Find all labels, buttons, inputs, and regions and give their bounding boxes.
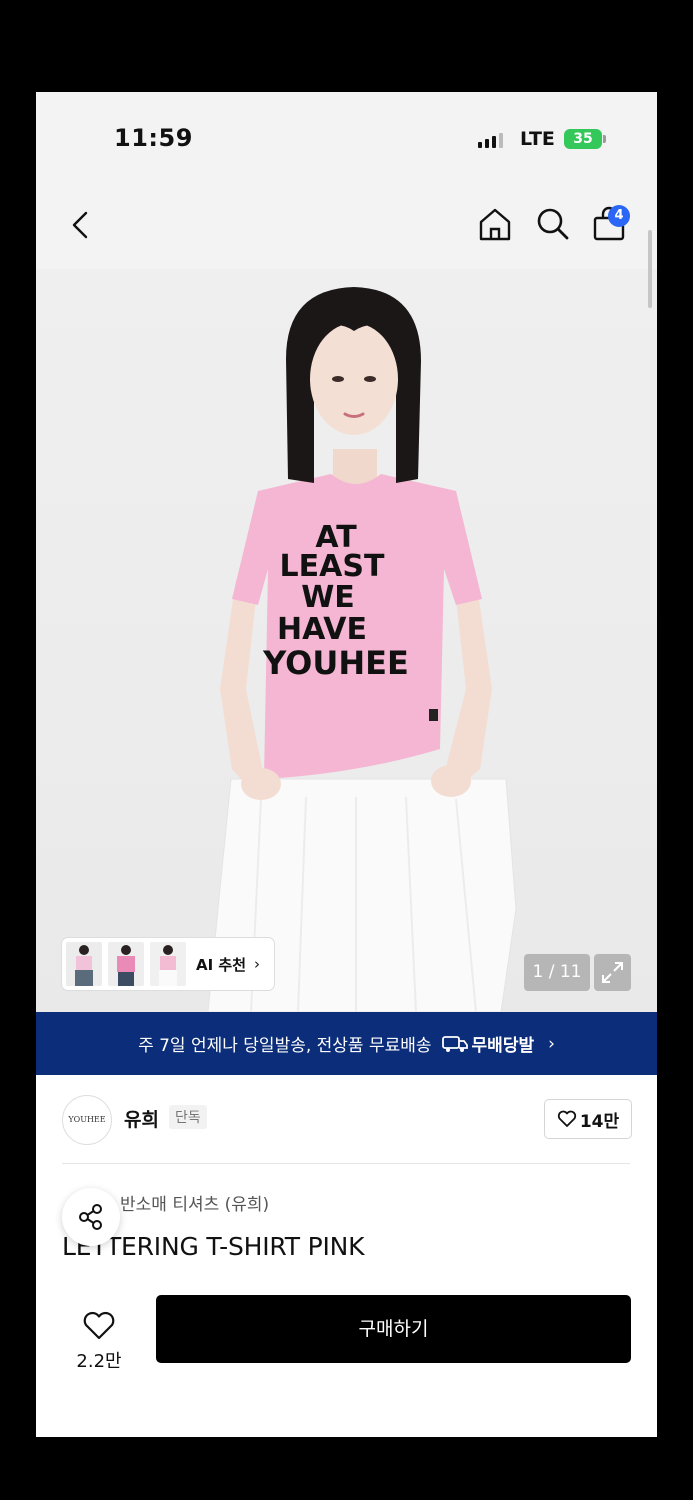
image-counter: 1 / 11: [524, 954, 590, 991]
shirt-print-line: WE: [301, 580, 355, 615]
delivery-truck-icon: [441, 1035, 468, 1052]
brand-row[interactable]: YOUHEE 유희 단독 14만: [36, 1075, 657, 1165]
heart-icon: [557, 1110, 576, 1127]
brand-name[interactable]: 유희: [124, 1105, 159, 1132]
status-bar: 11:59 LTE 35: [36, 92, 657, 187]
banner-brand-label: 무배당발: [471, 1036, 535, 1056]
brand-logo[interactable]: YOUHEE: [62, 1095, 112, 1145]
product-image[interactable]: AT LEAST WE HAVE YOUHEE: [36, 269, 657, 1012]
top-nav: 4: [36, 187, 657, 269]
back-button[interactable]: [66, 205, 94, 249]
brand-like-button[interactable]: 14만: [544, 1099, 632, 1139]
chevron-left-icon: [72, 211, 88, 239]
wishlist-count: 2.2만: [76, 1351, 122, 1372]
search-icon: [537, 208, 569, 240]
bottom-action-bar: 2.2만 구매하기: [36, 1275, 657, 1437]
product-category[interactable]: 반소매 티셔츠 (유희): [120, 1190, 269, 1215]
app-screen: 11:59 LTE 35 4 AT LEAST WE HAVE YOUHEE A…: [36, 92, 657, 1437]
brand-like-count: 14만: [579, 1111, 620, 1132]
banner-brand: 무배당발: [441, 1031, 535, 1056]
shipping-promo-banner[interactable]: 주 7일 언제나 당일발송, 전상품 무료배송 무배당발 ›: [36, 1012, 657, 1075]
chevron-right-icon: ›: [254, 955, 261, 973]
home-button[interactable]: [476, 205, 514, 247]
shirt-print-line: YOUHEE: [262, 644, 409, 682]
shirt-print-line: LEAST: [280, 549, 385, 584]
scrollbar[interactable]: [648, 230, 652, 308]
battery-icon: 35: [564, 129, 606, 149]
search-button[interactable]: [534, 205, 572, 247]
recommendation-thumbnail: [150, 942, 186, 986]
share-icon: [79, 1204, 102, 1230]
share-button[interactable]: [62, 1188, 120, 1246]
recommendation-thumbnail: [108, 942, 144, 986]
buy-button[interactable]: 구매하기: [156, 1295, 631, 1363]
expand-icon: [602, 962, 623, 983]
heart-icon: [83, 1311, 115, 1340]
ai-recommendation-label: AI 추천: [196, 955, 247, 974]
banner-text: 주 7일 언제나 당일발송, 전상품 무료배송: [138, 1036, 432, 1056]
chevron-right-icon: ›: [548, 1033, 555, 1054]
divider: [62, 1163, 630, 1164]
signal-icon: [478, 132, 503, 148]
expand-image-button[interactable]: [594, 954, 631, 991]
wishlist-button[interactable]: 2.2만: [74, 1311, 124, 1373]
recommendation-thumbnail: [66, 942, 102, 986]
network-label: LTE: [520, 128, 555, 150]
model-photo: AT LEAST WE HAVE YOUHEE: [207, 287, 517, 1012]
ai-recommendation-button[interactable]: AI 추천 ›: [62, 938, 274, 990]
shirt-print-line: HAVE: [277, 612, 367, 647]
exclusive-badge: 단독: [169, 1105, 207, 1129]
status-time: 11:59: [114, 124, 193, 152]
home-icon: [479, 208, 511, 241]
cart-count-badge: 4: [608, 205, 630, 227]
